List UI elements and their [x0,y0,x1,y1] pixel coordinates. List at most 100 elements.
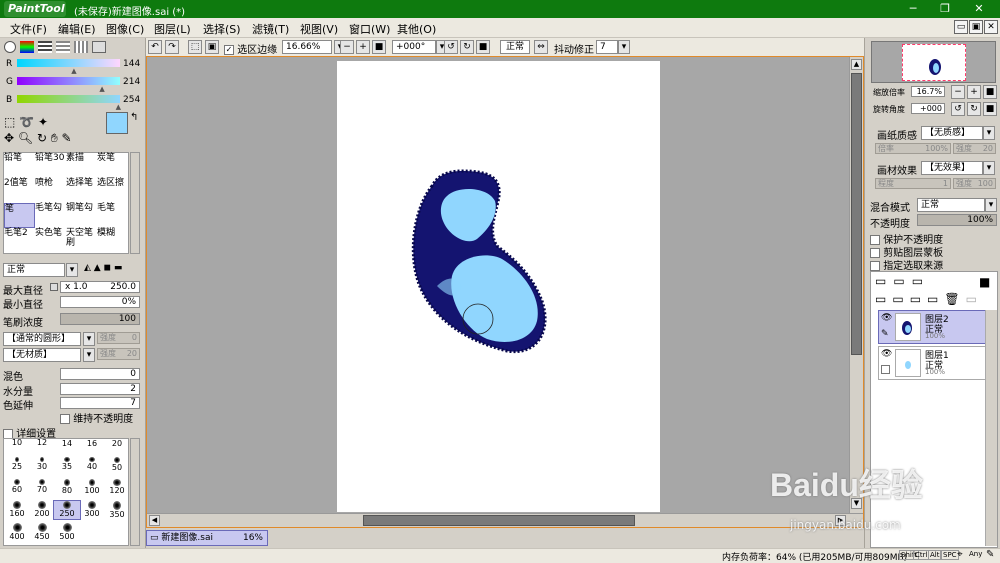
hand-icon[interactable]: ✋︎ [51,131,58,145]
brush-size-scrollbar[interactable] [130,438,140,546]
tool-grid-scrollbar[interactable] [130,152,140,254]
tool-pencil[interactable]: 铅笔 [4,153,35,178]
new-folder-icon[interactable]: ▭ [912,274,930,288]
duplicate-layer-icon[interactable]: ▭ [966,292,983,306]
brush-size-item[interactable]: 200 [29,501,55,519]
menu-select[interactable]: 选择(S) [203,21,241,37]
canvas-vertical-scrollbar[interactable]: ▲ ▼ [849,57,863,513]
lasso-icon[interactable]: ➰ [19,115,34,129]
nav-rotate-value[interactable]: +000 [911,103,945,114]
mdi-restore-button[interactable]: ▣ [969,20,983,34]
magic-wand-icon[interactable]: ✦ [38,115,48,129]
marquee-icon[interactable]: ⬚ [4,115,15,129]
brush-size-item[interactable]: 80 [54,479,80,497]
tool-airbrush[interactable]: 喷枪 [35,178,66,203]
tool-brush2[interactable]: 毛笔2 [4,228,35,253]
tool-pen-outline[interactable]: 钢笔勾 [66,203,97,228]
vertical-scroll-thumb[interactable] [851,73,862,355]
selection-edge-toggle[interactable]: ✓ 选区边缘 [224,41,277,56]
canvas-horizontal-scrollbar[interactable]: ◀ ▶ [147,513,863,527]
tool-pencil30[interactable]: 铅笔30 [35,153,66,178]
nav-rotate-right-button[interactable]: ↻ [967,102,981,116]
close-button[interactable]: ✕ [964,1,994,17]
maximize-button[interactable]: ❐ [930,1,960,17]
brush-size-item[interactable]: 35 [54,457,80,475]
brush-shape-dropdown-icon[interactable]: ▾ [83,332,95,346]
menu-window[interactable]: 窗口(W) [349,21,390,37]
blend-slider[interactable]: 0 [60,368,140,380]
eyedropper-icon[interactable]: ✎ [62,131,72,145]
layer-opacity-slider[interactable]: 100% [917,214,997,226]
layer-link-box[interactable] [881,365,890,374]
zoom-out-button[interactable]: − [340,40,354,54]
stabilizer-field[interactable]: 7 [596,40,618,54]
nav-rotate-reset-button[interactable]: ■ [983,102,997,116]
selection-source-checkbox[interactable] [870,261,880,271]
scroll-up-icon[interactable]: ▲ [851,59,862,70]
zoom-icon[interactable]: 🔍︎ [18,131,33,145]
rotate-icon[interactable]: ↻ [37,131,47,145]
extend-slider[interactable]: 7 [60,397,140,409]
swap-colors-icon[interactable]: ↰ [130,112,138,123]
brush-size-item[interactable]: 350 [104,501,128,519]
tool-brush[interactable]: 毛笔 [97,203,128,228]
r-slider[interactable] [17,59,120,67]
brush-size-item[interactable]: 250 [53,500,81,520]
horizontal-scroll-thumb[interactable] [363,515,635,526]
paper-texture-field[interactable]: 【无质感】 [921,126,983,140]
move-icon[interactable]: ✥ [4,131,14,145]
density-slider[interactable]: 100 [60,313,140,325]
rgb-slider-icon[interactable] [20,41,34,53]
scroll-down-icon[interactable]: ▼ [851,498,862,509]
primary-color-swatch[interactable] [106,112,128,134]
brush-size-item[interactable]: 14 [54,439,80,453]
g-slider[interactable] [17,77,120,85]
brush-size-item[interactable]: 160 [4,501,30,519]
scroll-left-icon[interactable]: ◀ [149,515,160,526]
brush-size-item[interactable]: 50 [104,457,128,475]
brush-shape-presets[interactable]: ◭ ▲ ◼ ▬ [84,263,140,275]
menu-layer[interactable]: 图层(L) [154,21,191,37]
menu-filter[interactable]: 滤镜(T) [252,21,289,37]
menu-file[interactable]: 文件(F) [10,21,47,37]
max-diameter-field[interactable]: x 1.0 250.0 [60,281,140,293]
menu-image[interactable]: 图像(C) [106,21,144,37]
brush-size-item[interactable]: 120 [104,479,128,497]
rotate-left-button[interactable]: ↺ [444,40,458,54]
selection-source-option[interactable]: 指定选取来源 [870,257,943,272]
navigator-viewport[interactable] [902,44,966,81]
menu-view[interactable]: 视图(V) [300,21,338,37]
tool-pen[interactable]: 笔 [4,203,35,228]
g-slider-thumb[interactable]: ▲ [99,85,104,93]
nav-zoom-value[interactable]: 16.7% [911,86,945,97]
brush-size-item[interactable]: 10 [4,439,30,453]
brush-size-item[interactable]: 25 [4,457,30,475]
water-slider[interactable]: 2 [60,383,140,395]
undo-icon[interactable]: ↶ [148,40,162,54]
zoom-reset-button[interactable]: ■ [372,40,386,54]
layer-scrollbar[interactable] [985,310,997,546]
keep-opacity-option[interactable]: 维持不透明度 [60,410,133,425]
stabilizer-dropdown-icon[interactable]: ▾ [618,40,630,54]
new-linework-layer-icon[interactable]: ▭ [893,274,911,288]
delete-layer-icon[interactable]: 🗑︎ [944,292,965,306]
brush-size-item[interactable]: 450 [29,523,55,541]
scratchpad-icon[interactable] [92,41,106,53]
min-diameter-field[interactable]: 0% [60,296,140,308]
effect-dropdown-icon[interactable]: ▾ [983,161,995,175]
tool-select-eraser[interactable]: 选区擦 [97,178,128,203]
paper-texture-dropdown-icon[interactable]: ▾ [983,126,995,140]
deselect-icon[interactable]: ⬚ [188,40,202,54]
canvas-paper[interactable] [337,61,660,512]
keep-opacity-checkbox[interactable] [60,414,70,424]
layer-visibility-icon[interactable]: 👁︎ [881,349,892,359]
layer-panel-menu-icon[interactable]: ■ [979,275,990,289]
angle-field[interactable]: +000° [392,40,436,54]
tool-sky-brush[interactable]: 天空笔刷 [66,228,97,253]
brush-size-item[interactable]: 12 [29,439,55,453]
max-diameter-lock[interactable] [50,283,58,291]
brush-size-item[interactable]: 20 [104,439,128,453]
texture-field[interactable]: 【无材质】 [3,348,81,362]
canvas-area[interactable]: ▲ ▼ ◀ ▶ [146,56,864,528]
blend-mode-field[interactable]: 正常 [500,40,530,54]
